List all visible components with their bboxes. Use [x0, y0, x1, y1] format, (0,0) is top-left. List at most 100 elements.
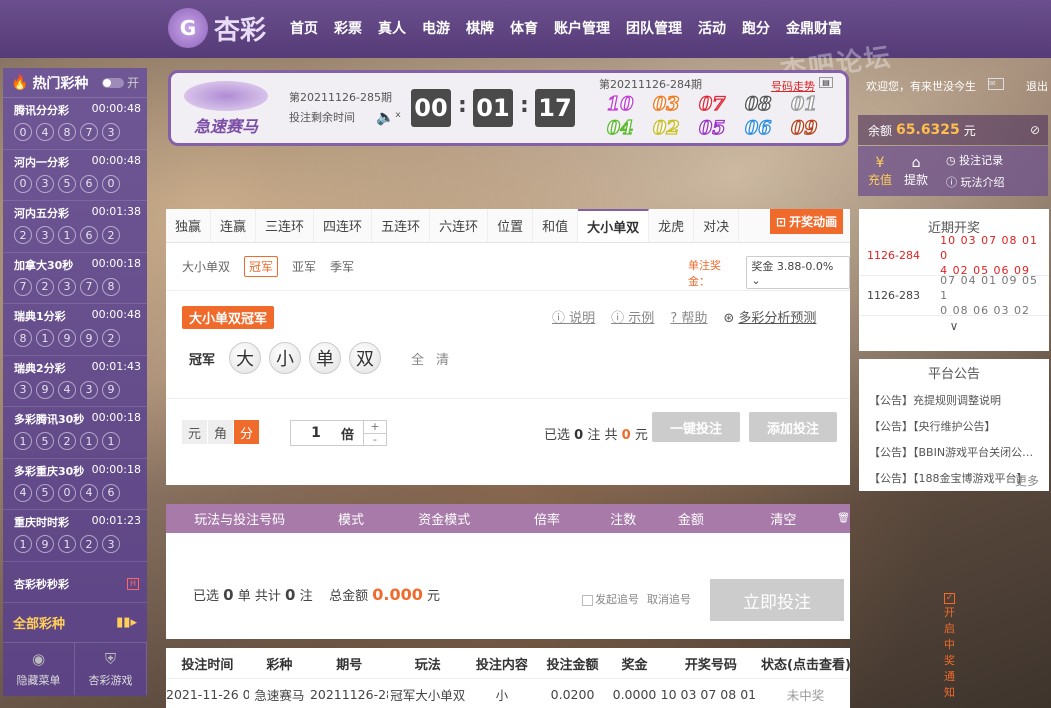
nav-item[interactable]: 彩票	[334, 18, 362, 38]
selection-summary: 已选 0 注 共 0 元	[544, 424, 648, 443]
multi-analysis-link[interactable]: ⊛ 多彩分析预测	[723, 307, 816, 326]
plus-icon[interactable]: +	[364, 421, 386, 433]
notice-item[interactable]: 【公告】充提规则调整说明	[859, 392, 1044, 408]
unit-jiao[interactable]: 角	[208, 420, 233, 444]
pick-ball-big[interactable]: 大	[229, 342, 262, 374]
lottery-countdown: 00:01:43	[91, 359, 141, 373]
tab-play[interactable]: 位置	[488, 209, 534, 242]
lottery-countdown: 00:01:38	[91, 205, 141, 218]
add-bet-button[interactable]: 添加投注	[749, 412, 837, 442]
sidebar-lottery-item[interactable]: 河内一分彩 00:00:48 0 3 5 6 0	[3, 150, 147, 201]
tab-play[interactable]: 连赢	[211, 209, 257, 242]
hide-menu-button[interactable]: ◉ 隐藏菜单	[3, 642, 75, 695]
result-ball: 5	[36, 483, 54, 502]
speaker-mute-icon[interactable]: 🔈ˣ	[376, 108, 401, 126]
logout-link[interactable]: 退出	[1026, 78, 1048, 94]
chevron-down-icon[interactable]: ∨	[859, 319, 1049, 333]
sidebar-lottery-item[interactable]: 多彩腾讯30秒 00:00:18 1 5 2 1 1	[3, 407, 147, 459]
games-button[interactable]: ⛨ 杏彩游戏	[75, 642, 147, 695]
bet-now-button[interactable]: 立即投注	[710, 579, 844, 621]
sum-notes: 0	[285, 586, 296, 604]
sidebar-lottery-item[interactable]: 多彩重庆30秒 00:00:18 4 5 0 4 6	[3, 459, 147, 510]
nav-item[interactable]: 棋牌	[466, 18, 494, 38]
pick-ball-small[interactable]: 小	[269, 342, 302, 374]
notice-item[interactable]: 【公告】【央行维护公告】	[859, 418, 1044, 434]
explain-link[interactable]: ⓘ 说明	[552, 307, 595, 326]
notice-more-link[interactable]: 更多	[1015, 472, 1039, 489]
sidebar-lottery-item[interactable]: 瑞典2分彩 00:01:43 3 9 4 3 9	[3, 356, 147, 407]
nav-item[interactable]: 首页	[290, 18, 318, 38]
nav-item[interactable]: 账户管理	[554, 18, 610, 38]
tab-play[interactable]: 独赢	[166, 209, 212, 242]
bet-list-body: 已选 0 单 共计 0 注 总金额 0.000 元 发起追号 取消追号 立即投注…	[166, 533, 955, 699]
withdraw-label: 提款	[904, 172, 929, 187]
record-cell[interactable]: 未中奖	[761, 685, 850, 704]
toggle-switch[interactable]	[101, 77, 124, 88]
tab-play[interactable]: 三连环	[256, 209, 315, 242]
chase-cancel-link[interactable]: 取消追号	[647, 591, 691, 607]
nav-item[interactable]: 电游	[422, 18, 450, 38]
hot-toggle[interactable]: 开	[101, 74, 139, 91]
nav-item[interactable]: 活动	[698, 18, 726, 38]
sidebar-lottery-item[interactable]: 瑞典1分彩 00:00:48 8 1 9 9 2	[3, 304, 147, 356]
tab-play[interactable]: 四连环	[314, 209, 373, 242]
result-ball: 3	[102, 123, 120, 141]
sidebar-lottery-item[interactable]: 重庆时时彩 00:01:23 1 9 1 2 3	[3, 510, 147, 562]
eye-hide-icon[interactable]: ⊘	[1030, 123, 1040, 137]
bet-record-link[interactable]: ◷ 投注记录	[946, 152, 1005, 168]
select-all-button[interactable]: 全	[411, 349, 424, 368]
subtab[interactable]: 大小单双	[182, 258, 230, 275]
clear-all-button[interactable]: 清空	[729, 509, 837, 528]
result-ball: 2	[102, 226, 120, 244]
win-notify-checkbox[interactable]: ✓ 开启中奖通知	[944, 591, 957, 700]
pick-ball-odd[interactable]: 单	[309, 342, 342, 374]
sidebar-lottery-item[interactable]: 加拿大30秒 00:00:18 7 2 3 7 8	[3, 253, 147, 304]
result-ball: 1	[58, 535, 76, 553]
tab-play[interactable]: 六连环	[430, 209, 489, 242]
subtab[interactable]: 季军	[330, 258, 354, 275]
nav-item[interactable]: 体育	[510, 18, 538, 38]
notice-item[interactable]: 【公告】【BBIN游戏平台关闭公告】	[859, 444, 1044, 460]
mail-icon[interactable]: ✉	[988, 78, 1004, 90]
unit-fen[interactable]: 分	[234, 420, 259, 444]
trash-icon[interactable]: 🗑	[837, 513, 850, 524]
all-lotteries-link[interactable]: 全部彩种 ▮▮▸	[3, 603, 147, 643]
tab-play[interactable]: 和值	[533, 209, 579, 242]
multiplier-input[interactable]: 1	[291, 425, 341, 441]
subtab[interactable]: 冠军	[244, 256, 279, 277]
minus-icon[interactable]: -	[364, 432, 386, 446]
nav-item[interactable]: 金鼎财富	[786, 18, 842, 38]
quick-bet-button[interactable]: 一键投注	[652, 412, 740, 442]
sel-text: 已选	[544, 428, 571, 443]
nav-item[interactable]: 真人	[378, 18, 406, 38]
tab-play[interactable]: 五连环	[372, 209, 431, 242]
chase-start-checkbox[interactable]: 发起追号	[582, 591, 639, 607]
clear-button[interactable]: 清	[436, 349, 449, 368]
table-row[interactable]: 2021-11-26 09:26:18 急速赛马 20211126-284冠军大小单…	[166, 679, 850, 708]
sidebar-lottery-item[interactable]: 腾讯分分彩 00:00:48 0 4 8 7 3	[3, 98, 147, 150]
pick-ball-even[interactable]: 双	[349, 342, 382, 374]
recharge-icon: ¥	[875, 154, 885, 171]
records-col-header: 玩法	[414, 657, 441, 673]
chart-icon[interactable]: ▤	[819, 77, 833, 88]
subtab[interactable]: 亚军	[292, 258, 316, 275]
recharge-button[interactable]: ¥ 充值	[868, 155, 892, 188]
tab-play[interactable]: 大小单双	[578, 209, 650, 242]
prize-select[interactable]: 奖金 3.88-0.0% ⌄	[746, 256, 850, 289]
withdraw-button[interactable]: ⌂ 提款	[904, 155, 928, 188]
unit-yuan[interactable]: 元	[182, 420, 207, 444]
sidebar-item-special[interactable]: 杏彩秒秒彩 H	[3, 562, 147, 603]
balance-label: 余额	[868, 123, 893, 138]
tab-play[interactable]: 对决	[694, 209, 740, 242]
draw-animation-button[interactable]: ⊡ 开奖动画	[770, 209, 844, 234]
nav-item[interactable]: 跑分	[742, 18, 770, 38]
example-link[interactable]: ⓘ 示例	[611, 307, 654, 326]
tab-play[interactable]: 龙虎	[649, 209, 695, 242]
help-link[interactable]: ? 帮助	[670, 307, 707, 326]
site-logo[interactable]: G 杏彩	[168, 8, 266, 48]
draw-number: 09	[790, 116, 818, 139]
trend-link[interactable]: 号码走势	[771, 78, 815, 94]
nav-item[interactable]: 团队管理	[626, 18, 682, 38]
sidebar-lottery-item[interactable]: 河内五分彩 00:01:38 2 3 1 6 2	[3, 201, 147, 253]
rules-link[interactable]: ⓘ 玩法介绍	[946, 174, 1005, 190]
